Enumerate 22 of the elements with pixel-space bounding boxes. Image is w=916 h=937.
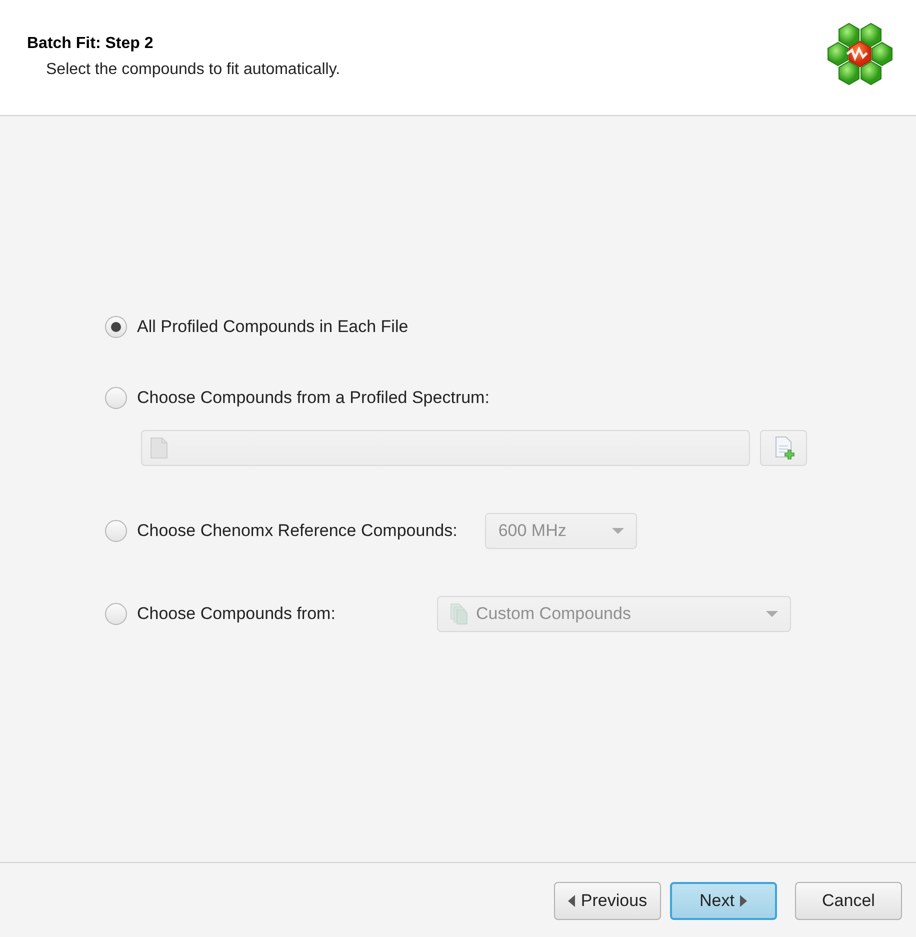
dropdown-value: Custom Compounds — [476, 604, 631, 624]
option-label[interactable]: All Profiled Compounds in Each File — [137, 317, 408, 337]
wizard-title: Batch Fit: Step 2 — [27, 34, 154, 54]
dropdown-value: 600 MHz — [498, 521, 566, 541]
caret-icon — [766, 611, 778, 617]
next-button[interactable]: Next — [670, 882, 777, 920]
previous-button[interactable]: Previous — [554, 882, 661, 920]
option-label[interactable]: Choose Compounds from: — [137, 604, 437, 624]
wizard-subtitle: Select the compounds to fit automatically. — [46, 60, 340, 80]
cancel-button[interactable]: Cancel — [795, 882, 902, 920]
documents-icon — [450, 603, 468, 625]
radio-button[interactable] — [105, 603, 127, 625]
option-label[interactable]: Choose Chenomx Reference Compounds: — [137, 521, 458, 541]
left-arrow-icon — [568, 895, 575, 907]
add-document-icon — [772, 436, 794, 460]
document-icon — [150, 437, 168, 459]
radio-button[interactable] — [105, 316, 127, 338]
right-arrow-icon — [740, 895, 748, 907]
radio-button[interactable] — [105, 387, 127, 409]
caret-icon — [612, 528, 624, 534]
radio-button[interactable] — [105, 520, 127, 542]
option-label[interactable]: Choose Compounds from a Profiled Spectrum: — [137, 388, 490, 408]
